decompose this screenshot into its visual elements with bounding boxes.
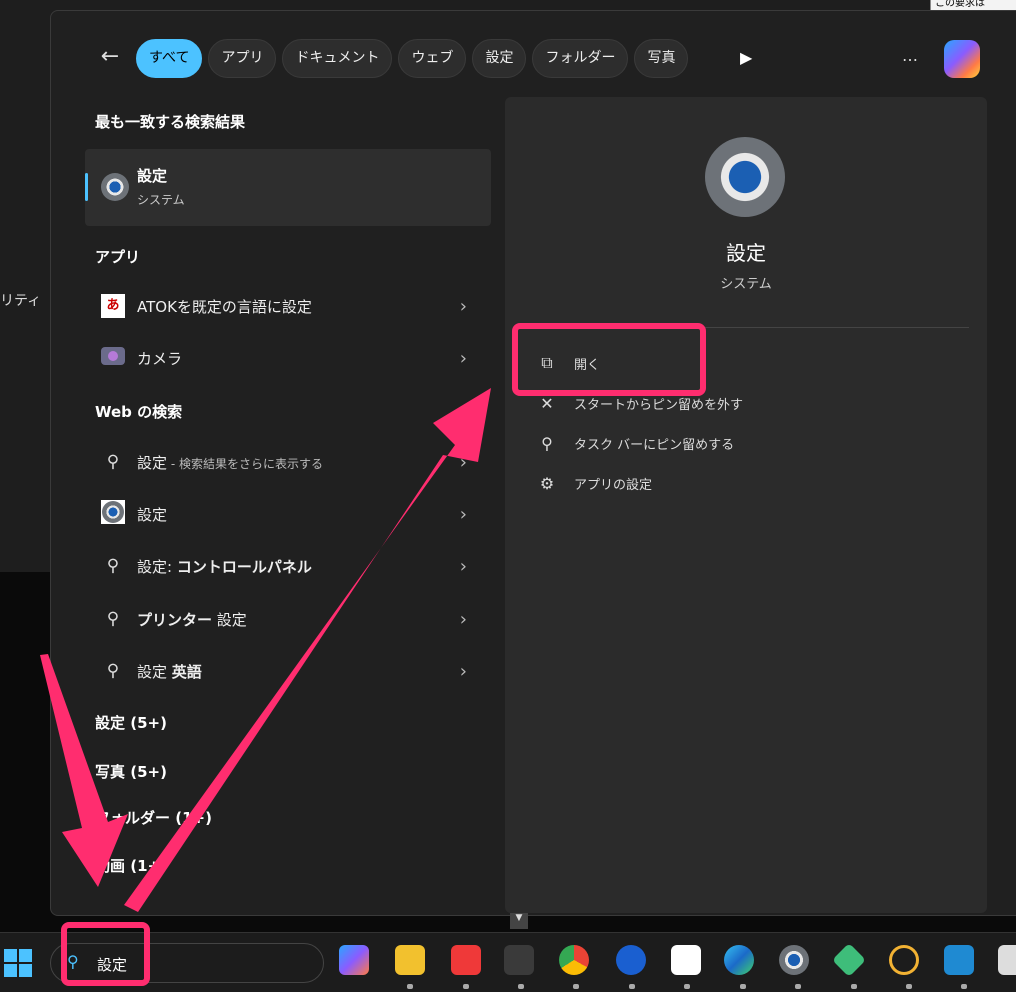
search-icon: ⚲ <box>106 556 120 576</box>
group-settings[interactable]: 設定 (5+) <box>95 712 167 733</box>
chip-apps[interactable]: アプリ <box>208 39 277 78</box>
chip-all[interactable]: すべて <box>136 39 203 78</box>
background-text: リティ <box>0 293 42 309</box>
group-photos[interactable]: 写真 (5+) <box>95 761 167 782</box>
app-green-icon[interactable] <box>832 943 866 977</box>
atok-icon: あ <box>101 294 125 318</box>
copilot-icon[interactable] <box>944 40 980 78</box>
chevron-right-icon: › <box>459 503 467 525</box>
terminal-icon[interactable] <box>504 945 534 975</box>
list-item[interactable]: ⚲ 設定: コントロールパネル › <box>85 546 485 586</box>
best-match-subtitle: システム <box>137 193 185 207</box>
best-match-item[interactable]: 設定 システム <box>85 149 491 226</box>
list-item[interactable]: ⚲ プリンター 設定 › <box>85 599 485 639</box>
group-videos[interactable]: 動画 (1+) <box>95 855 167 876</box>
action-pin-taskbar[interactable]: ⚲ タスク バーにピン留めする <box>535 434 734 453</box>
apps-heading: アプリ <box>95 248 141 266</box>
app-other-icon[interactable] <box>998 945 1016 975</box>
app-yellow-icon[interactable] <box>889 945 919 975</box>
chip-settings[interactable]: 設定 <box>472 39 527 78</box>
chrome-icon[interactable] <box>559 945 589 975</box>
search-icon: ⚲ <box>106 661 120 681</box>
scroll-down-button[interactable]: ▼ <box>510 913 528 929</box>
settings-gear-icon <box>101 500 125 524</box>
list-item[interactable]: 設定 › <box>85 494 485 534</box>
list-item[interactable]: あ ATOKを既定の言語に設定 › <box>85 286 485 326</box>
group-folders[interactable]: フォルダー (1+) <box>95 807 212 828</box>
filter-chips: すべて アプリ ドキュメント ウェブ 設定 フォルダー 写真 <box>136 39 689 78</box>
highlight-box-open <box>512 323 706 396</box>
vivaldi-icon[interactable] <box>451 945 481 975</box>
chevron-right-icon: › <box>459 660 467 682</box>
unpin-icon: ✕ <box>540 394 554 413</box>
list-item[interactable]: ⚲ 設定 - 検索結果をさらに表示する › <box>85 442 485 482</box>
chevron-right-icon: › <box>459 347 467 369</box>
search-icon: ⚲ <box>106 609 120 629</box>
preview-pane: 設定 システム ⧉ 開く ✕ スタートからピン留めを外す ⚲ タスク バーにピン留めす… <box>505 97 987 913</box>
settings-gear-icon <box>705 137 785 217</box>
chevron-right-icon: › <box>459 608 467 630</box>
list-item[interactable]: カメラ › <box>85 338 485 378</box>
file-explorer-icon[interactable] <box>395 945 425 975</box>
preview-subtitle: システム <box>720 277 772 292</box>
camera-icon <box>101 346 125 365</box>
web-search-heading: Web の検索 <box>95 403 183 421</box>
chip-folders[interactable]: フォルダー <box>532 39 629 78</box>
chevron-right-icon: › <box>459 451 467 473</box>
list-item[interactable]: ⚲ 設定 英語 › <box>85 651 485 691</box>
pin-icon: ⚲ <box>541 434 553 453</box>
settings-icon[interactable] <box>779 945 809 975</box>
action-app-settings[interactable]: ⚙ アプリの設定 <box>535 474 652 493</box>
best-match-title: 設定 <box>137 167 168 185</box>
best-match-heading: 最も一致する検索結果 <box>95 113 246 131</box>
vscode-icon[interactable] <box>944 945 974 975</box>
deepl-icon[interactable] <box>671 945 701 975</box>
1password-icon[interactable] <box>616 945 646 975</box>
search-icon: ⚲ <box>106 452 120 472</box>
copilot-icon[interactable] <box>339 945 369 975</box>
highlight-box-search <box>61 922 150 986</box>
taskbar: ⚲ 設定 <box>0 932 1016 992</box>
chevron-right-icon: › <box>459 555 467 577</box>
windows-start-icon[interactable] <box>4 949 32 977</box>
more-options-button[interactable]: … <box>902 46 918 65</box>
action-unpin-start[interactable]: ✕ スタートからピン留めを外す <box>535 394 743 413</box>
selection-indicator <box>85 173 88 201</box>
chip-documents[interactable]: ドキュメント <box>282 39 393 78</box>
background-note: この要求は <box>930 0 1016 10</box>
edge-icon[interactable] <box>724 945 754 975</box>
chip-photos[interactable]: 写真 <box>634 39 689 78</box>
more-filters-button[interactable]: ▶ <box>740 48 752 67</box>
settings-gear-icon <box>101 173 129 201</box>
preview-title: 設定 <box>726 241 766 265</box>
gear-icon: ⚙ <box>539 474 555 493</box>
back-button[interactable]: ← <box>96 44 124 69</box>
chip-web[interactable]: ウェブ <box>398 39 467 78</box>
chevron-right-icon: › <box>459 295 467 317</box>
